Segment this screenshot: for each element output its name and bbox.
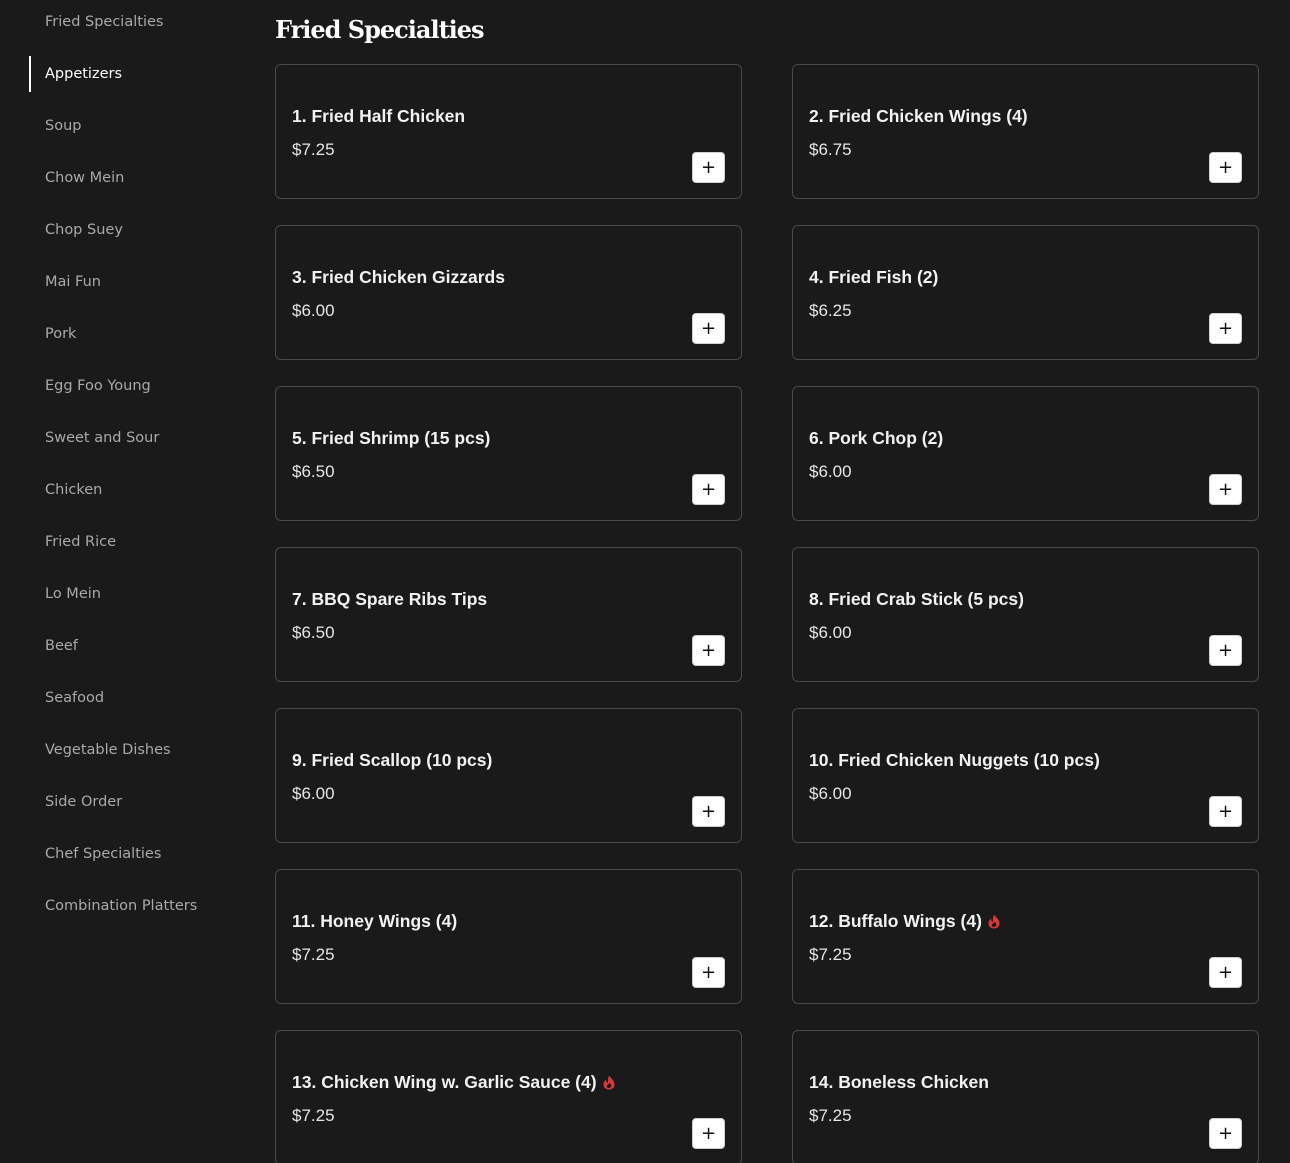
- menu-item-price: $6.50: [292, 623, 335, 642]
- menu-item-name: 11. Honey Wings (4): [292, 911, 458, 931]
- add-to-cart-button[interactable]: +: [692, 1118, 725, 1149]
- add-to-cart-button[interactable]: +: [1209, 957, 1242, 988]
- sidebar-item-fried-rice[interactable]: Fried Rice: [45, 532, 116, 552]
- add-to-cart-button[interactable]: +: [692, 796, 725, 827]
- menu-item-price: $7.25: [292, 945, 335, 964]
- sidebar-item-chop-suey[interactable]: Chop Suey: [45, 220, 123, 240]
- sidebar-item-sweet-and-sour[interactable]: Sweet and Sour: [45, 428, 159, 448]
- menu-item-card[interactable]: 9. Fried Scallop (10 pcs) $6.00 +: [275, 708, 742, 843]
- add-to-cart-button[interactable]: +: [692, 957, 725, 988]
- sidebar-item-pork[interactable]: Pork: [45, 324, 76, 344]
- category-sidebar: Fried Specialties Appetizers Soup Chow M…: [0, 0, 240, 1163]
- menu-item-name: 8. Fried Crab Stick (5 pcs): [809, 589, 1024, 609]
- add-to-cart-button[interactable]: +: [692, 313, 725, 344]
- add-to-cart-button[interactable]: +: [692, 152, 725, 183]
- menu-item-price: $6.00: [292, 784, 335, 803]
- sidebar-item-egg-foo-young[interactable]: Egg Foo Young: [45, 376, 151, 396]
- menu-item-price: $7.25: [809, 945, 852, 964]
- menu-item-card[interactable]: 10. Fried Chicken Nuggets (10 pcs) $6.00…: [792, 708, 1259, 843]
- menu-item-price: $6.00: [809, 462, 852, 481]
- menu-item-name: 2. Fried Chicken Wings (4): [809, 106, 1028, 126]
- sidebar-item-chicken[interactable]: Chicken: [45, 480, 102, 500]
- menu-item-name: 6. Pork Chop (2): [809, 428, 944, 448]
- menu-item-card[interactable]: 8. Fried Crab Stick (5 pcs) $6.00 +: [792, 547, 1259, 682]
- menu-item-card[interactable]: 3. Fried Chicken Gizzards $6.00 +: [275, 225, 742, 360]
- add-to-cart-button[interactable]: +: [1209, 635, 1242, 666]
- sidebar-item-fried-specialties[interactable]: Fried Specialties: [45, 12, 163, 32]
- menu-item-card[interactable]: 2. Fried Chicken Wings (4) $6.75 +: [792, 64, 1259, 199]
- menu-item-price: $6.00: [809, 623, 852, 642]
- sidebar-item-seafood[interactable]: Seafood: [45, 688, 104, 708]
- menu-item-price: $7.25: [292, 140, 335, 159]
- add-to-cart-button[interactable]: +: [1209, 796, 1242, 827]
- menu-item-name: 7. BBQ Spare Ribs Tips: [292, 589, 488, 609]
- sidebar-item-vegetable-dishes[interactable]: Vegetable Dishes: [45, 740, 171, 760]
- menu-item-card[interactable]: 7. BBQ Spare Ribs Tips $6.50 +: [275, 547, 742, 682]
- sidebar-item-soup[interactable]: Soup: [45, 116, 81, 136]
- menu-item-card[interactable]: 5. Fried Shrimp (15 pcs) $6.50 +: [275, 386, 742, 521]
- menu-item-price: $6.00: [292, 301, 335, 320]
- menu-item-price: $6.00: [809, 784, 852, 803]
- menu-item-name: 13. Chicken Wing w. Garlic Sauce (4): [292, 1071, 615, 1093]
- menu-item-card[interactable]: 11. Honey Wings (4) $7.25 +: [275, 869, 742, 1004]
- menu-item-name: 14. Boneless Chicken: [809, 1072, 989, 1092]
- menu-item-name: 3. Fried Chicken Gizzards: [292, 267, 505, 287]
- sidebar-item-mai-fun[interactable]: Mai Fun: [45, 272, 101, 292]
- sidebar-item-lo-mein[interactable]: Lo Mein: [45, 584, 101, 604]
- sidebar-item-side-order[interactable]: Side Order: [45, 792, 122, 812]
- section-title: Fried Specialties: [275, 15, 485, 44]
- menu-item-card[interactable]: 14. Boneless Chicken $7.25 +: [792, 1030, 1259, 1163]
- menu-item-price: $6.25: [809, 301, 852, 320]
- flame-icon: [988, 914, 1000, 928]
- sidebar-item-chow-mein[interactable]: Chow Mein: [45, 168, 124, 188]
- menu-item-name: 9. Fried Scallop (10 pcs): [292, 750, 493, 770]
- menu-item-price: $6.50: [292, 462, 335, 481]
- menu-item-card[interactable]: 4. Fried Fish (2) $6.25 +: [792, 225, 1259, 360]
- menu-item-price: $7.25: [809, 1106, 852, 1125]
- menu-item-card[interactable]: 13. Chicken Wing w. Garlic Sauce (4) $7.…: [275, 1030, 742, 1163]
- menu-page: Fried Specialties Appetizers Soup Chow M…: [0, 0, 1290, 1163]
- menu-item-name: 1. Fried Half Chicken: [292, 106, 466, 126]
- add-to-cart-button[interactable]: +: [1209, 152, 1242, 183]
- menu-item-card[interactable]: 1. Fried Half Chicken $7.25 +: [275, 64, 742, 199]
- menu-item-price: $6.75: [809, 140, 852, 159]
- menu-item-name: 12. Buffalo Wings (4): [809, 910, 1000, 932]
- menu-item-price: $7.25: [292, 1106, 335, 1125]
- add-to-cart-button[interactable]: +: [692, 474, 725, 505]
- menu-item-card[interactable]: 12. Buffalo Wings (4) $7.25 +: [792, 869, 1259, 1004]
- menu-item-card[interactable]: 6. Pork Chop (2) $6.00 +: [792, 386, 1259, 521]
- add-to-cart-button[interactable]: +: [1209, 1118, 1242, 1149]
- sidebar-item-appetizers[interactable]: Appetizers: [45, 64, 122, 84]
- menu-item-name: 4. Fried Fish (2): [809, 267, 939, 287]
- add-to-cart-button[interactable]: +: [692, 635, 725, 666]
- sidebar-item-beef[interactable]: Beef: [45, 636, 78, 656]
- flame-icon: [603, 1075, 615, 1089]
- menu-item-name: 5. Fried Shrimp (15 pcs): [292, 428, 491, 448]
- add-to-cart-button[interactable]: +: [1209, 313, 1242, 344]
- sidebar-item-chef-specialties[interactable]: Chef Specialties: [45, 844, 161, 864]
- menu-item-name: 10. Fried Chicken Nuggets (10 pcs): [809, 750, 1100, 770]
- sidebar-item-combination-platters[interactable]: Combination Platters: [45, 896, 197, 916]
- add-to-cart-button[interactable]: +: [1209, 474, 1242, 505]
- active-indicator: [29, 56, 31, 92]
